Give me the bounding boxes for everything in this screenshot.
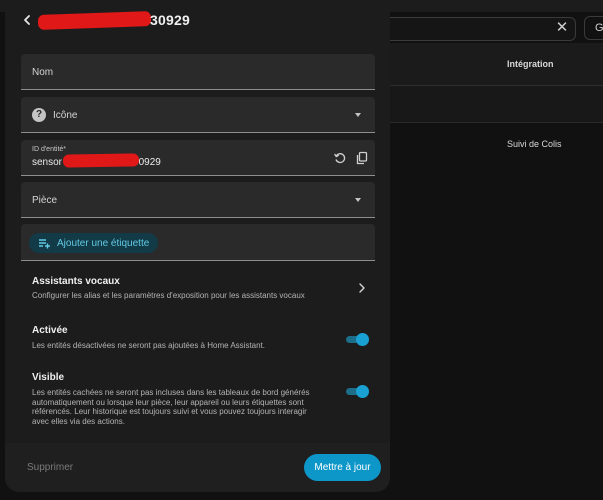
area-field-label: Pièce [32, 195, 58, 206]
chip-label: Gr [595, 22, 603, 34]
chevron-left-icon [24, 15, 30, 25]
close-icon[interactable]: ✕ [553, 19, 571, 37]
name-field-label: Nom [32, 67, 54, 78]
enabled-toggle-knob [356, 333, 369, 346]
background-chip-button[interactable]: Gr [584, 16, 603, 40]
table-cell-integration: Suivi de Colis [507, 139, 562, 149]
dialog-footer: Supprimer Mettre à jour [5, 443, 390, 492]
update-button[interactable]: Mettre à jour [304, 454, 381, 481]
icon-field-label: Icône [53, 110, 78, 121]
back-button[interactable] [19, 10, 35, 30]
dialog-header: 30929 [5, 0, 390, 40]
restore-icon [334, 153, 346, 164]
add-label-button[interactable]: Ajouter une étiquette [29, 233, 159, 253]
delete-button[interactable]: Supprimer [27, 462, 73, 473]
column-header-integration[interactable]: Intégration [507, 59, 554, 69]
help-icon: ? [32, 108, 46, 122]
visible-description: Les entités cachées ne seront pas inclus… [32, 388, 310, 426]
visible-title: Visible [32, 372, 65, 383]
dialog-title: 30929 [150, 12, 190, 28]
dropdown-arrow-icon[interactable] [355, 113, 361, 117]
voice-assistants-title: Assistants vocaux [32, 276, 120, 287]
add-label-text: Ajouter une étiquette [57, 237, 150, 249]
entity-id-label: ID d'entité* [32, 146, 67, 153]
dropdown-arrow-icon[interactable] [355, 198, 361, 202]
entity-id-field[interactable]: ID d'entité* sensor 30929 [21, 140, 375, 176]
restore-entity-id-button[interactable] [333, 151, 347, 165]
enabled-title: Activée [32, 325, 68, 336]
playlist-add-icon [39, 238, 50, 248]
visible-toggle[interactable] [346, 384, 370, 398]
redaction-mark [62, 153, 140, 168]
copy-entity-id-button[interactable] [355, 151, 369, 165]
copy-icon [356, 151, 368, 165]
enabled-description: Les entités désactivées ne seront pas aj… [32, 341, 266, 350]
icon-picker-field[interactable]: ? Icône [21, 97, 375, 133]
background-group-row [380, 86, 603, 123]
enabled-toggle[interactable] [346, 332, 370, 346]
chevron-right-icon [359, 283, 365, 293]
name-field[interactable]: Nom [21, 54, 375, 90]
voice-assistants-row[interactable]: Assistants vocaux Configurer les alias e… [21, 270, 375, 306]
background-table-header [380, 43, 603, 86]
entity-settings-dialog: 30929 Nom ? Icône ID d'entité* sensor 309… [5, 0, 390, 492]
visible-toggle-knob [356, 385, 369, 398]
background-search-field[interactable] [380, 17, 576, 41]
voice-assistants-description: Configurer les alias et les paramètres d… [32, 291, 305, 300]
redaction-mark [37, 11, 152, 30]
area-picker-field[interactable]: Pièce [21, 182, 375, 218]
